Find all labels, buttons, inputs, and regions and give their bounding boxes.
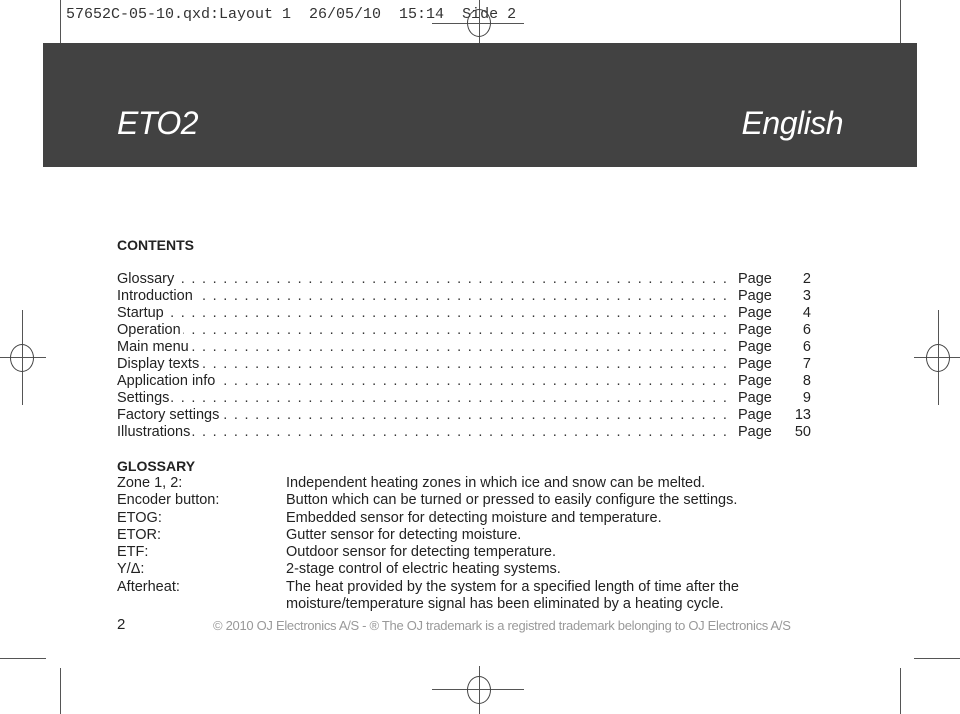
toc-label: Glossary	[117, 271, 177, 287]
contents-heading: CONTENTS	[117, 237, 194, 253]
toc-page-word: Page	[738, 339, 772, 355]
toc-page-number: 3	[802, 288, 811, 304]
toc-label: Application info	[117, 373, 218, 389]
crop-mark	[900, 668, 901, 714]
leader-dots: ........................................…	[117, 322, 731, 338]
product-title: ETO2	[117, 105, 199, 141]
glossary-list: Zone 1, 2: Independent heating zones in …	[117, 475, 786, 613]
toc-label: Introduction	[117, 288, 195, 304]
glossary-term: Y/Δ:	[117, 561, 145, 578]
table-of-contents: ........................................…	[117, 271, 811, 441]
crop-mark	[900, 0, 901, 46]
toc-page-number: 6	[802, 322, 811, 338]
toc-entry[interactable]: ........................................…	[117, 373, 811, 390]
leader-dots: ........................................…	[117, 305, 731, 321]
toc-entry[interactable]: ........................................…	[117, 288, 811, 305]
toc-entry[interactable]: ........................................…	[117, 424, 811, 441]
toc-page-word: Page	[738, 407, 772, 423]
crop-mark	[60, 0, 61, 46]
toc-entry[interactable]: ........................................…	[117, 339, 811, 356]
crop-mark	[914, 658, 960, 659]
toc-entry[interactable]: ........................................…	[117, 356, 811, 373]
glossary-definition: Outdoor sensor for detecting temperature…	[286, 544, 557, 561]
toc-page-number: 50	[794, 424, 811, 440]
crop-mark	[0, 658, 46, 659]
glossary-entry: Afterheat: The heat provided by the syst…	[117, 579, 786, 614]
toc-page-word: Page	[738, 390, 772, 406]
toc-page-word: Page	[738, 356, 772, 372]
glossary-entry: ETF: Outdoor sensor for detecting temper…	[117, 544, 786, 561]
toc-page-number: 8	[802, 373, 811, 389]
toc-page-word: Page	[738, 271, 772, 287]
leader-dots: ........................................…	[117, 424, 731, 440]
leader-dots: ........................................…	[117, 390, 731, 406]
toc-entry[interactable]: ........................................…	[117, 322, 811, 339]
toc-entry[interactable]: ........................................…	[117, 407, 811, 424]
toc-page-word: Page	[738, 373, 772, 389]
toc-label: Factory settings	[117, 407, 222, 423]
glossary-definition: Gutter sensor for detecting moisture.	[286, 526, 522, 543]
toc-page-word: Page	[738, 424, 772, 440]
toc-entry[interactable]: ........................................…	[117, 271, 811, 288]
language-title: English	[741, 105, 844, 141]
glossary-definition: Independent heating zones in which ice a…	[286, 475, 706, 491]
glossary-definition: Embedded sensor for detecting moisture a…	[286, 509, 662, 526]
glossary-definition: The heat provided by the system for a sp…	[286, 578, 739, 613]
glossary-term: ETOR:	[117, 526, 162, 543]
glossary-entry: ETOR: Gutter sensor for detecting moistu…	[117, 527, 786, 544]
toc-page-number: 13	[794, 407, 811, 423]
glossary-term: Zone 1, 2:	[117, 475, 183, 491]
toc-page-number: 7	[802, 356, 811, 372]
leader-dots: ........................................…	[117, 356, 731, 372]
glossary-entry: Zone 1, 2: Independent heating zones in …	[117, 475, 786, 492]
glossary-entry: ETOG: Embedded sensor for detecting mois…	[117, 510, 786, 527]
copyright-notice: © 2010 OJ Electronics A/S - ® The OJ tra…	[213, 618, 791, 633]
glossary-definition: 2-stage control of electric heating syst…	[286, 561, 561, 578]
glossary-term: Afterheat:	[117, 578, 180, 595]
glossary-term: ETOG:	[117, 509, 162, 526]
crop-mark	[60, 668, 61, 714]
toc-page-word: Page	[738, 305, 772, 321]
glossary-entry: Encoder button: Button which can be turn…	[117, 492, 786, 509]
leader-dots: ........................................…	[117, 288, 731, 304]
toc-page-number: 9	[802, 390, 811, 406]
toc-label: Settings	[117, 390, 172, 406]
toc-label: Display texts	[117, 356, 202, 372]
toc-entry[interactable]: ........................................…	[117, 390, 811, 407]
toc-label: Operation	[117, 322, 183, 338]
glossary-term: Encoder button:	[117, 492, 220, 509]
toc-page-number: 6	[802, 339, 811, 355]
toc-page-number: 2	[802, 271, 811, 287]
page-number: 2	[117, 616, 126, 633]
glossary-entry: Y/Δ: 2-stage control of electric heating…	[117, 561, 786, 578]
toc-page-word: Page	[738, 288, 772, 304]
toc-label: Main menu	[117, 339, 191, 355]
glossary-term: ETF:	[117, 544, 149, 561]
leader-dots: ........................................…	[117, 271, 731, 287]
toc-entry[interactable]: ........................................…	[117, 305, 811, 322]
leader-dots: ........................................…	[117, 339, 731, 355]
toc-page-word: Page	[738, 322, 772, 338]
toc-label: Illustrations	[117, 424, 193, 440]
glossary-heading: GLOSSARY	[117, 458, 196, 474]
glossary-definition: Button which can be turned or pressed to…	[286, 492, 738, 509]
toc-page-number: 4	[802, 305, 811, 321]
file-slug: 57652C-05-10.qxd:Layout 1 26/05/10 15:14…	[66, 6, 517, 23]
toc-label: Startup	[117, 305, 166, 321]
title-band: ETO2 English	[43, 43, 917, 167]
